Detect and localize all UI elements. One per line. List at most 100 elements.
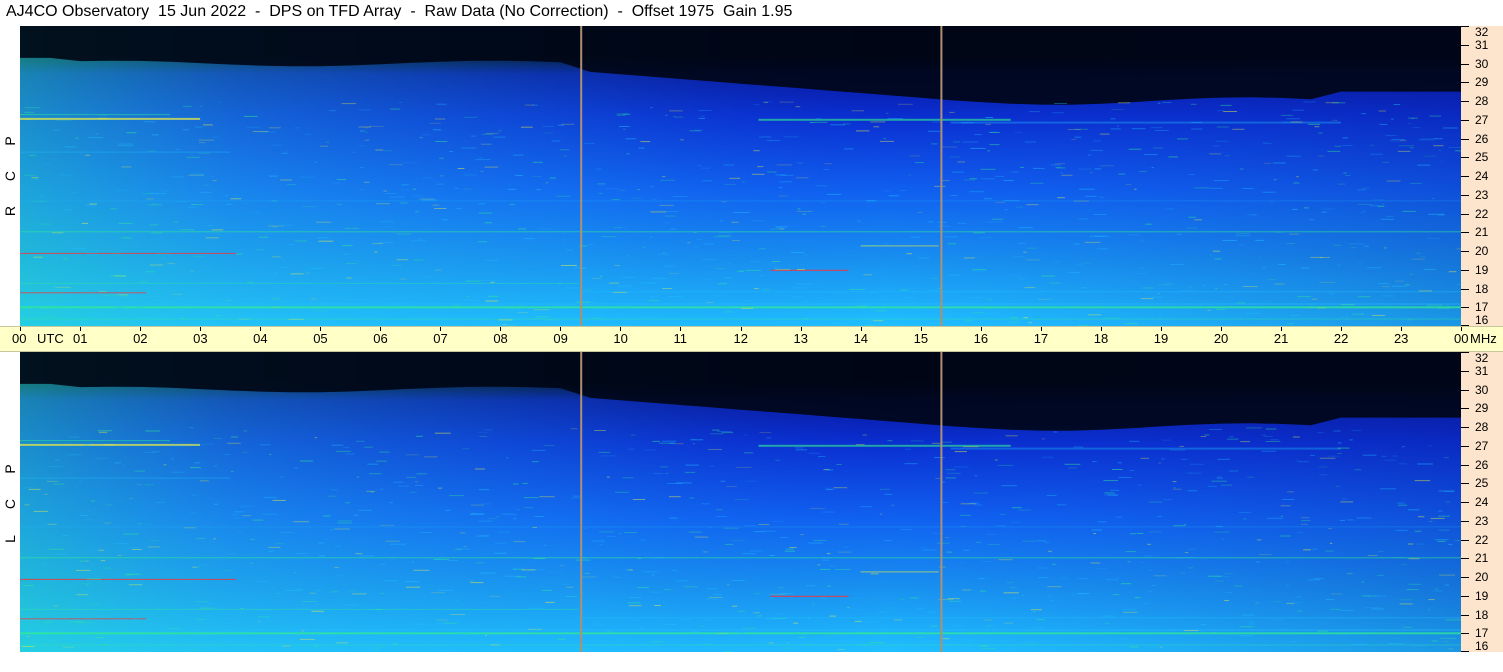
noise-speckle	[348, 590, 356, 592]
noise-speckle	[583, 289, 591, 291]
noise-speckle	[356, 476, 360, 478]
noise-speckle	[1115, 577, 1119, 579]
noise-speckle	[190, 512, 197, 514]
noise-speckle	[315, 615, 323, 617]
noise-speckle	[1311, 298, 1318, 300]
noise-speckle	[778, 587, 784, 589]
noise-speckle	[183, 527, 196, 529]
noise-speckle	[872, 320, 884, 322]
noise-speckle	[1153, 147, 1164, 149]
noise-speckle	[1267, 517, 1284, 519]
noise-speckle	[305, 272, 310, 274]
noise-speckle	[87, 603, 101, 605]
noise-speckle	[150, 193, 167, 195]
noise-speckle	[527, 628, 542, 630]
noise-speckle	[1286, 603, 1295, 605]
noise-speckle	[1180, 458, 1188, 460]
noise-speckle	[1016, 276, 1029, 278]
noise-speckle	[1094, 168, 1102, 170]
noise-speckle	[98, 640, 107, 642]
noise-speckle	[296, 618, 300, 620]
noise-speckle	[1345, 175, 1351, 176]
noise-speckle	[320, 145, 329, 147]
noise-speckle	[109, 208, 117, 210]
noise-speckle	[285, 634, 293, 636]
noise-speckle	[379, 451, 390, 453]
noise-speckle	[897, 103, 913, 105]
noise-speckle	[168, 627, 180, 629]
noise-speckle	[1023, 642, 1037, 644]
noise-speckle	[870, 573, 879, 575]
noise-speckle	[1118, 477, 1132, 478]
noise-speckle	[1319, 281, 1336, 283]
noise-speckle	[1012, 507, 1022, 509]
noise-speckle	[432, 204, 439, 206]
noise-speckle	[1410, 183, 1422, 185]
noise-speckle	[1440, 637, 1457, 639]
noise-speckle	[691, 633, 700, 635]
noise-speckle	[1263, 645, 1269, 646]
noise-speckle	[691, 631, 700, 632]
noise-speckle	[1044, 541, 1050, 543]
noise-speckle	[1186, 227, 1198, 229]
noise-speckle	[694, 246, 699, 248]
noise-speckle	[914, 607, 923, 609]
noise-speckle	[441, 279, 447, 281]
noise-speckle	[726, 584, 730, 586]
noise-speckle	[815, 185, 828, 187]
noise-speckle	[392, 643, 398, 645]
noise-speckle	[598, 451, 611, 453]
noise-speckle	[566, 249, 574, 251]
noise-speckle	[1242, 614, 1254, 616]
noise-speckle	[863, 621, 877, 623]
noise-speckle	[1223, 111, 1238, 112]
noise-speckle	[507, 188, 517, 190]
noise-speckle	[688, 531, 702, 533]
noise-speckle	[1448, 146, 1461, 148]
noise-speckle	[985, 625, 994, 627]
noise-speckle	[946, 225, 950, 227]
noise-speckle	[814, 121, 828, 123]
noise-speckle	[48, 624, 51, 626]
frequency-tick-label: 22	[1475, 532, 1489, 547]
noise-speckle	[708, 449, 723, 450]
noise-speckle	[1372, 314, 1385, 316]
noise-speckle	[751, 173, 765, 175]
frequency-tick	[1461, 483, 1469, 485]
noise-speckle	[152, 203, 157, 205]
noise-speckle	[389, 559, 397, 561]
polarization-letter: C	[2, 498, 18, 510]
noise-speckle	[684, 471, 696, 473]
noise-speckle	[257, 616, 270, 618]
noise-speckle	[484, 429, 493, 431]
noise-speckle	[631, 197, 642, 199]
lcp-heatmap-svg	[20, 352, 1461, 652]
noise-speckle	[28, 488, 41, 490]
noise-speckle	[389, 303, 406, 305]
noise-speckle	[126, 547, 140, 549]
noise-speckle	[497, 531, 510, 533]
noise-speckle	[419, 198, 435, 200]
noise-speckle	[1239, 244, 1245, 246]
noise-speckle	[121, 237, 132, 239]
frequency-tick	[1461, 502, 1469, 503]
noise-speckle	[995, 176, 1005, 177]
noise-speckle	[979, 590, 986, 592]
noise-speckle	[318, 240, 334, 242]
noise-speckle	[1319, 457, 1336, 459]
noise-speckle	[637, 189, 641, 190]
noise-speckle	[1020, 166, 1024, 168]
noise-speckle	[513, 483, 519, 485]
noise-speckle	[1117, 462, 1122, 464]
noise-speckle	[1339, 316, 1344, 318]
noise-speckle	[606, 476, 610, 478]
noise-speckle	[163, 464, 167, 466]
noise-speckle	[95, 133, 99, 135]
noise-speckle	[1022, 613, 1026, 615]
noise-speckle	[598, 192, 603, 194]
noise-speckle	[1151, 296, 1162, 298]
noise-speckle	[848, 321, 855, 323]
noise-speckle	[1428, 213, 1445, 215]
noise-speckle	[709, 295, 725, 297]
noise-speckle	[1110, 128, 1121, 130]
